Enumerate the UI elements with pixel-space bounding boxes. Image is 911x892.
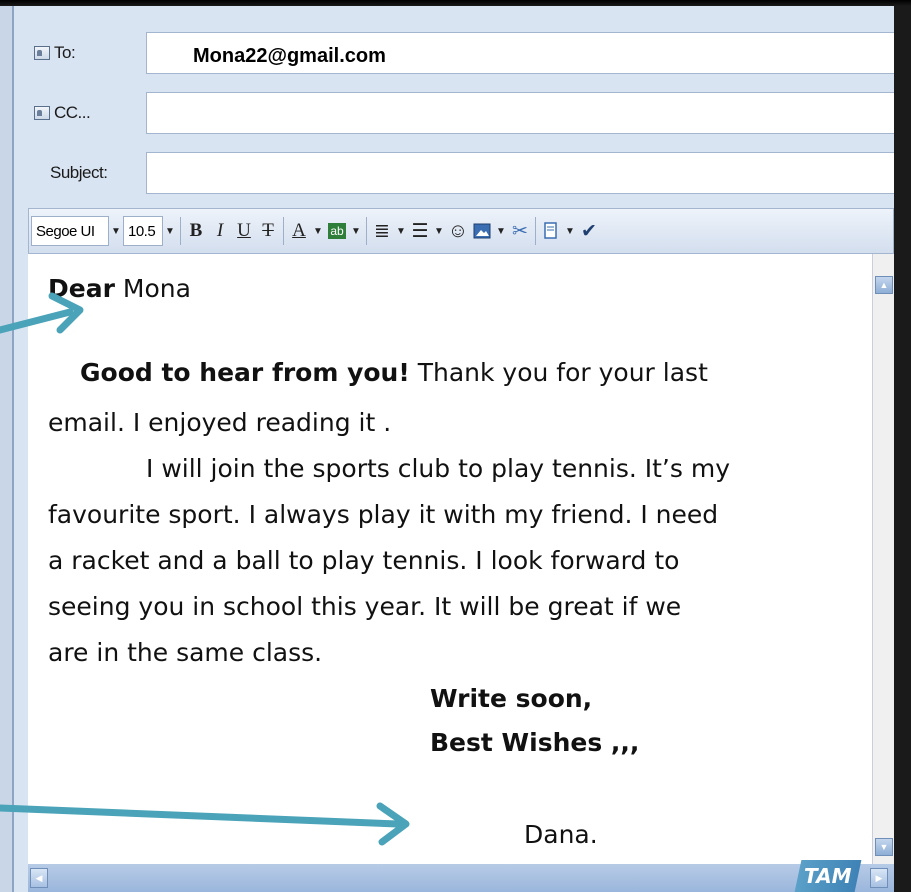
body-line-1-rest: Thank you for your last: [409, 358, 708, 387]
subject-row: Subject:: [14, 150, 908, 196]
to-row: To: Mona22@gmail.com: [14, 30, 908, 76]
scissors-icon[interactable]: ✂: [508, 216, 532, 246]
toolbar-separator: [180, 217, 181, 245]
font-size-select[interactable]: 10.5: [123, 216, 163, 246]
bold-icon[interactable]: B: [184, 216, 208, 246]
subject-label: Subject:: [50, 150, 108, 196]
scroll-right-icon[interactable]: ▶: [870, 868, 888, 888]
font-name-value: Segoe UI: [36, 222, 95, 240]
toolbar-separator: [535, 217, 536, 245]
vertical-scrollbar[interactable]: ▲ ▼: [872, 254, 895, 864]
toolbar-separator: [283, 217, 284, 245]
subject-field[interactable]: [146, 152, 908, 194]
greeting-name: Mona: [114, 274, 191, 303]
strikethrough-icon[interactable]: T: [256, 216, 280, 246]
list-icon[interactable]: ☰: [408, 216, 432, 246]
italic-icon[interactable]: I: [208, 216, 232, 246]
cc-label: CC...: [54, 103, 91, 122]
cc-row: CC...: [14, 90, 908, 136]
to-label: To:: [54, 43, 76, 62]
body-line-6: seeing you in school this year. It will …: [48, 592, 682, 621]
chevron-down-icon[interactable]: ▼: [311, 216, 325, 246]
to-field[interactable]: Mona22@gmail.com: [146, 32, 908, 74]
chevron-down-icon[interactable]: ▼: [394, 216, 408, 246]
cc-field[interactable]: [146, 92, 908, 134]
emoticon-icon[interactable]: ☺: [446, 216, 470, 246]
cc-button[interactable]: CC...: [34, 90, 91, 136]
tam-logo: TAM: [794, 860, 862, 892]
toolbar-separator: [366, 217, 367, 245]
font-color-icon[interactable]: A: [287, 216, 311, 246]
scroll-left-icon[interactable]: ◀: [30, 868, 48, 888]
scroll-up-icon[interactable]: ▲: [875, 276, 893, 294]
spell-check-icon[interactable]: ✔: [577, 216, 601, 246]
scroll-down-icon[interactable]: ▼: [875, 838, 893, 856]
signature: Dana.: [524, 820, 598, 849]
stationery-glyph: [544, 222, 557, 239]
closing-line-2: Best Wishes ,,,: [430, 728, 640, 757]
closing-line-1: Write soon,: [430, 684, 593, 713]
greeting-line: Dear Mona: [48, 270, 191, 308]
address-book-icon: [34, 46, 50, 60]
formatting-toolbar: Segoe UI ▼ 10.5 ▼ B I U T A ▼ ab ▼ ≣ ▼ ☰…: [28, 208, 894, 254]
body-line-1-bold: Good to hear from you!: [80, 358, 410, 387]
to-button[interactable]: To:: [34, 30, 76, 76]
chevron-down-icon[interactable]: ▼: [432, 216, 446, 246]
address-book-icon: [34, 106, 50, 120]
highlight-icon[interactable]: ab: [325, 216, 349, 246]
body-line-7: are in the same class.: [48, 638, 323, 667]
font-name-select[interactable]: Segoe UI: [31, 216, 109, 246]
subject-label-text: Subject:: [50, 163, 108, 182]
body-line-1: Good to hear from you! Thank you for you…: [80, 354, 708, 392]
greeting-bold: Dear: [48, 274, 115, 303]
image-icon[interactable]: [470, 216, 494, 246]
stationery-icon[interactable]: [539, 216, 563, 246]
body-line-3: I will join the sports club to play tenn…: [146, 454, 730, 483]
highlight-label: ab: [328, 223, 346, 239]
body-line-2: email. I enjoyed reading it .: [48, 408, 392, 437]
align-icon[interactable]: ≣: [370, 216, 394, 246]
chevron-down-icon[interactable]: ▼: [349, 216, 363, 246]
to-value: Mona22@gmail.com: [193, 45, 386, 67]
chevron-down-icon[interactable]: ▼: [563, 216, 577, 246]
image-glyph: [473, 223, 491, 239]
chevron-down-icon[interactable]: ▼: [163, 216, 177, 246]
body-line-5: a racket and a ball to play tennis. I lo…: [48, 546, 680, 575]
window-right-edge: [894, 6, 911, 892]
chevron-down-icon[interactable]: ▼: [494, 216, 508, 246]
font-size-value: 10.5: [128, 222, 156, 240]
message-body[interactable]: Dear Mona Good to hear from you! Thank y…: [28, 254, 872, 864]
horizontal-scrollbar[interactable]: ◀ ▶: [28, 864, 894, 892]
chevron-down-icon[interactable]: ▼: [109, 216, 123, 246]
logo-text: TAM: [804, 864, 852, 888]
body-line-4: favourite sport. I always play it with m…: [48, 500, 719, 529]
underline-icon[interactable]: U: [232, 216, 256, 246]
